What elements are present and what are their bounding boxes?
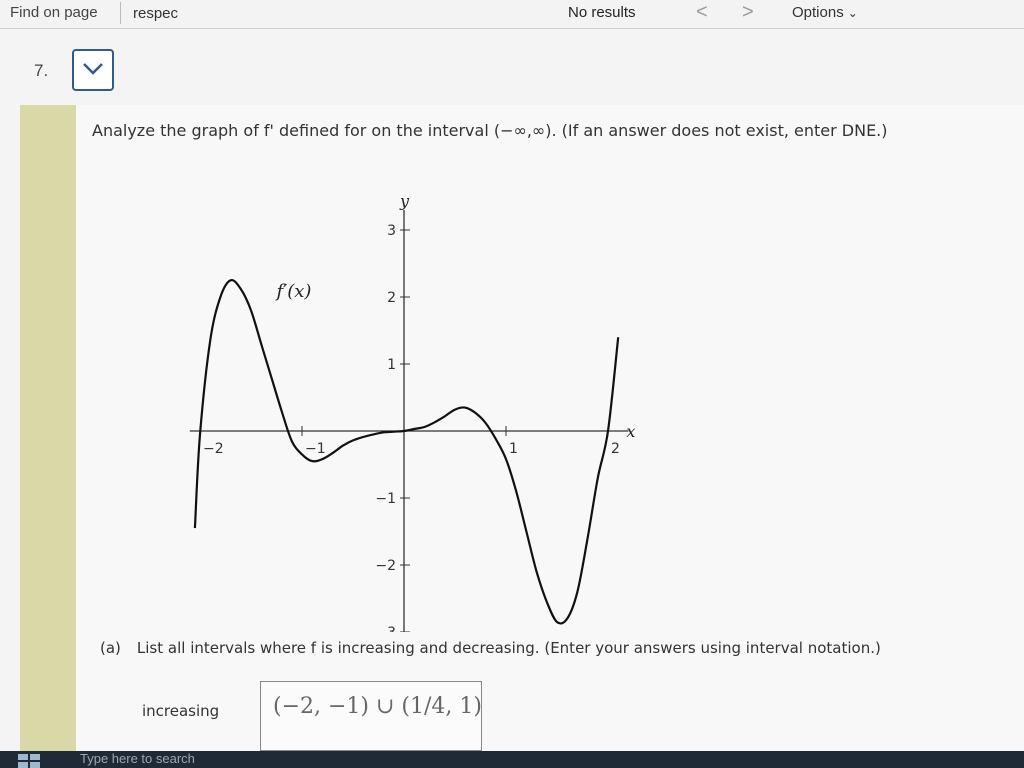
- find-label: Find on page: [10, 4, 98, 21]
- part-a-instructions: (a) List all intervals where f is increas…: [100, 639, 881, 657]
- y-tick-label: 1: [387, 357, 396, 373]
- x-tick-label: −2: [203, 441, 224, 457]
- find-options-button[interactable]: Options ⌄: [792, 4, 858, 21]
- derivative-curve: [193, 278, 620, 625]
- derivative-graph: −2 −1 1 2 3 2 1 −1 −2 −3 f′(x) x y: [189, 192, 635, 632]
- chevron-left-icon: <: [696, 1, 708, 23]
- x-tick-label: 1: [509, 441, 518, 457]
- increasing-label: increasing: [142, 702, 220, 720]
- chevron-right-icon: >: [742, 1, 754, 23]
- question-number: 7.: [34, 61, 49, 80]
- left-margin-strip: [20, 105, 76, 751]
- find-bar: Find on page No results < > Options⌄: [0, 0, 1024, 29]
- part-a-text: List all intervals where f is increasing…: [136, 639, 881, 657]
- question-prompt: Analyze the graph of f' defined for on t…: [92, 121, 888, 140]
- find-results-count: No results: [568, 4, 636, 21]
- x-tick-label: −1: [305, 441, 326, 457]
- chevron-down-icon: ⌄: [847, 6, 858, 20]
- chevron-down-icon: [83, 63, 103, 75]
- windows-start-icon[interactable]: [18, 754, 40, 768]
- graph-ticks: −2 −1 1 2 3 2 1 −1 −2 −3: [199, 223, 620, 632]
- increasing-answer-value: (−2, −1) ∪ (1/4, 1): [273, 694, 482, 719]
- y-tick-label: 2: [387, 290, 396, 306]
- function-label: f′(x): [275, 281, 312, 302]
- question-expand-button[interactable]: [72, 49, 114, 91]
- question-page: 7. Analyze the graph of f' defined for o…: [0, 29, 1024, 751]
- taskbar: Type here to search: [0, 751, 1024, 768]
- find-input[interactable]: [120, 2, 563, 24]
- y-tick-label: −1: [375, 491, 396, 507]
- y-tick-label: 3: [387, 223, 396, 239]
- increasing-answer-field[interactable]: (−2, −1) ∪ (1/4, 1): [260, 681, 482, 751]
- question-content: Analyze the graph of f' defined for on t…: [76, 105, 1024, 751]
- x-tick-label: 2: [611, 441, 620, 457]
- find-previous-button[interactable]: <: [696, 1, 708, 24]
- taskbar-search-input[interactable]: Type here to search: [80, 751, 195, 766]
- y-tick-label: −3: [375, 625, 396, 632]
- find-options-label: Options: [792, 4, 844, 21]
- x-axis-label: x: [626, 422, 635, 441]
- find-next-button[interactable]: >: [742, 1, 754, 24]
- graph-axes: [189, 209, 629, 632]
- y-tick-label: −2: [375, 558, 396, 574]
- y-axis-label: y: [399, 192, 410, 211]
- part-a-letter: (a): [100, 639, 121, 657]
